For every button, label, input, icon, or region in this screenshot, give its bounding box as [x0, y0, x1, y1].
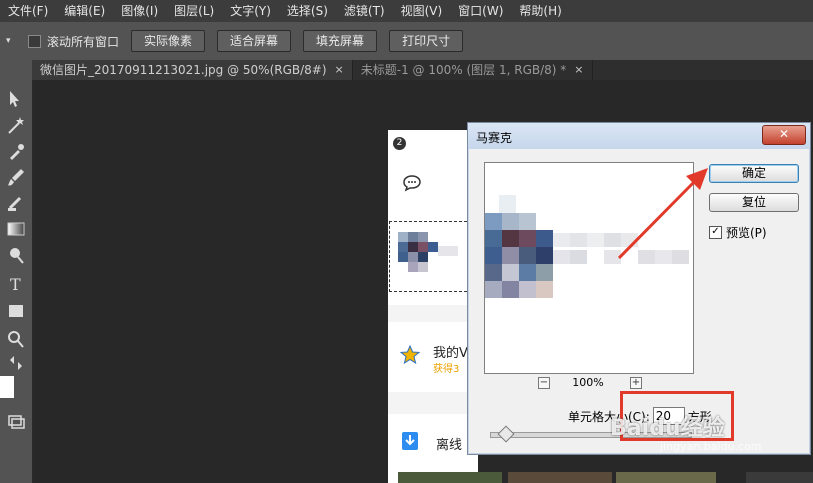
- watermark-logo: Baidu经验: [610, 416, 725, 441]
- bottom-thumbnails: [398, 472, 813, 483]
- watermark-url: jingyan.baidu.com: [660, 440, 762, 453]
